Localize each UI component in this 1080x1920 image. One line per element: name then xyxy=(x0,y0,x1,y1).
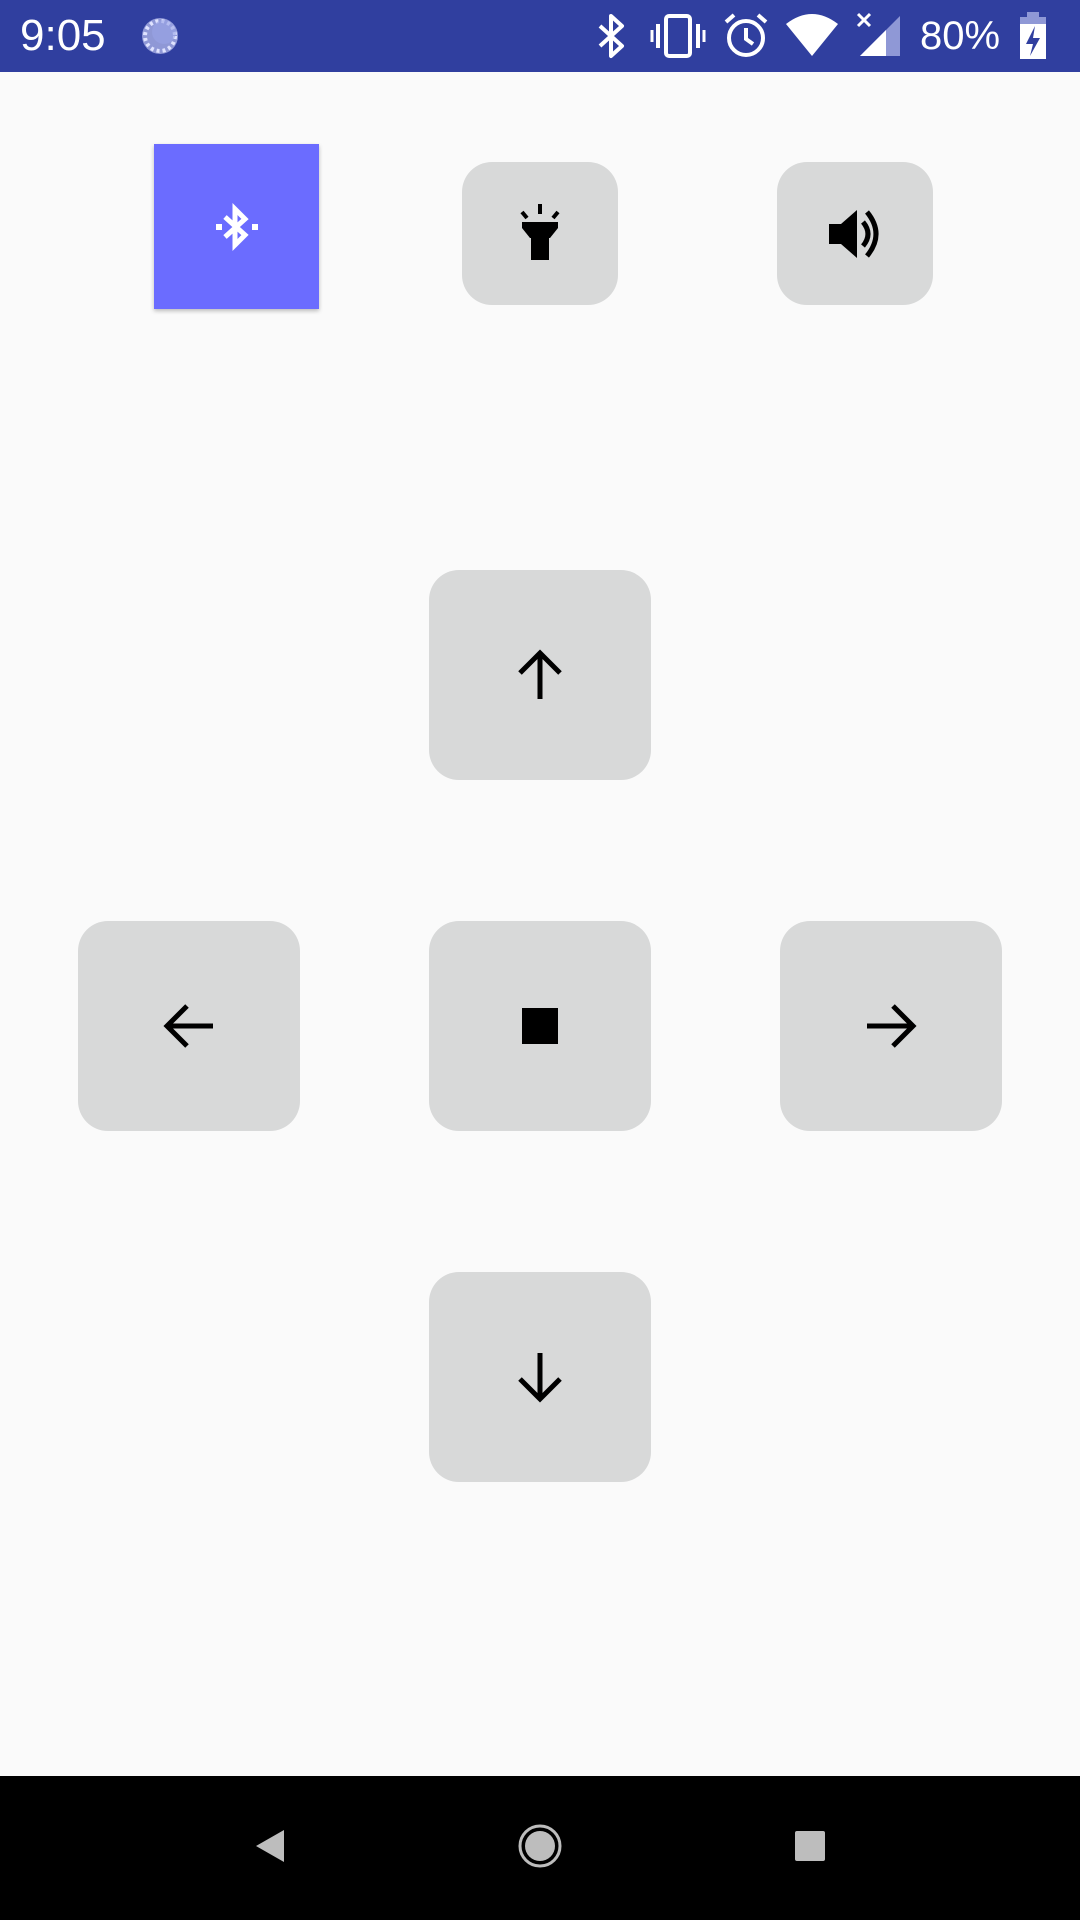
recents-button[interactable] xyxy=(768,1806,852,1890)
arrow-down-icon xyxy=(510,1347,570,1407)
navigation-bar xyxy=(0,1776,1080,1920)
arrow-up-icon xyxy=(510,645,570,705)
loading-spinner-icon xyxy=(138,14,182,58)
arrow-right-icon xyxy=(861,996,921,1056)
battery-charging-icon xyxy=(1018,12,1048,65)
recents-icon xyxy=(792,1828,828,1869)
volume-up-icon xyxy=(823,204,887,264)
home-button[interactable] xyxy=(498,1806,582,1890)
left-button[interactable] xyxy=(78,921,300,1131)
home-icon xyxy=(516,1822,564,1875)
arrow-left-icon xyxy=(159,996,219,1056)
stop-button[interactable] xyxy=(429,921,651,1131)
up-button[interactable] xyxy=(429,570,651,780)
vibrate-icon xyxy=(650,12,706,65)
stop-icon xyxy=(520,1006,560,1046)
back-button[interactable] xyxy=(228,1806,312,1890)
back-icon xyxy=(250,1826,290,1871)
volume-button[interactable] xyxy=(777,162,933,305)
status-bar: 9:05 80% xyxy=(0,0,1080,72)
down-button[interactable] xyxy=(429,1272,651,1482)
battery-percent: 80% xyxy=(920,14,1001,58)
bluetooth-searching-icon xyxy=(207,197,267,257)
flashlight-button[interactable] xyxy=(462,162,618,305)
flashlight-icon xyxy=(510,202,570,266)
cellular-no-service-icon xyxy=(856,12,902,65)
bluetooth-button[interactable] xyxy=(154,144,319,309)
alarm-icon xyxy=(722,12,770,65)
wifi-icon xyxy=(784,12,840,65)
bluetooth-icon xyxy=(594,12,630,65)
right-button[interactable] xyxy=(780,921,1002,1131)
status-time: 9:05 xyxy=(20,11,106,60)
